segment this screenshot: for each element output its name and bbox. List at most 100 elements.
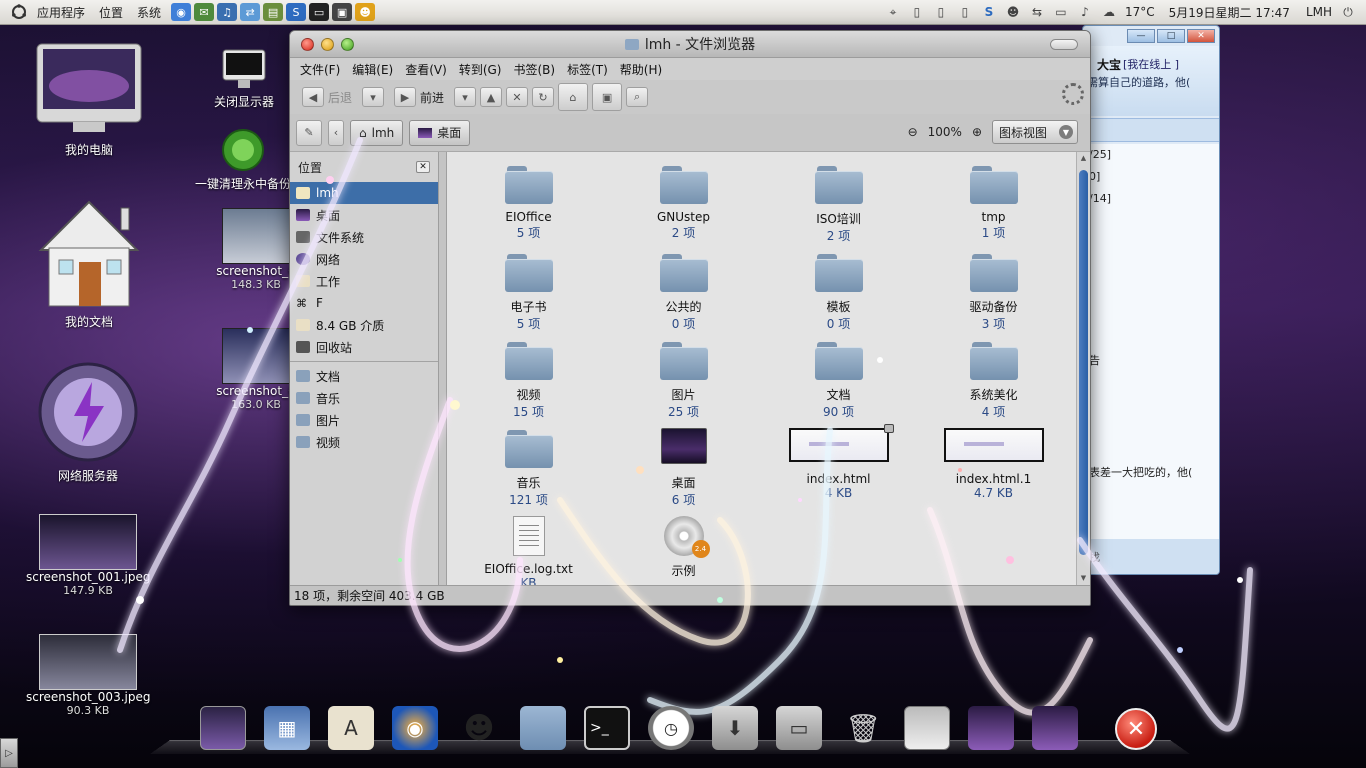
sidebar-item-work[interactable]: 工作 <box>290 270 438 292</box>
menu-file[interactable]: 文件(F) <box>294 61 346 78</box>
edit-location-icon[interactable]: ✎ <box>296 119 322 146</box>
scroll-up-icon[interactable]: ▲ <box>1079 154 1088 164</box>
sidebar-item-trash[interactable]: 回收站 <box>290 336 438 358</box>
terminal-launcher-icon[interactable]: ▭ <box>309 3 330 21</box>
task-icon-3[interactable]: ▯ <box>957 4 973 20</box>
task-icon-1[interactable]: ▯ <box>909 4 925 20</box>
file-item-folder[interactable]: tmp 1 项 <box>916 164 1071 252</box>
user-menu[interactable]: LMH <box>1306 5 1332 19</box>
dock-terminal-icon[interactable]: >_ <box>584 706 630 750</box>
battery-tray-icon[interactable]: ▭ <box>1053 4 1069 20</box>
s-launcher-icon[interactable]: S <box>286 3 307 21</box>
dock-firefox-icon[interactable]: ◉ <box>392 706 438 750</box>
menu-applications[interactable]: 应用程序 <box>30 4 92 21</box>
file-item-html[interactable]: index.html 4 KB <box>761 424 916 516</box>
sidebar-splitter[interactable] <box>439 152 447 586</box>
volume-tray-icon[interactable]: ♪ <box>1077 4 1093 20</box>
zoom-level[interactable]: 100% <box>928 125 962 139</box>
menu-edit[interactable]: 编辑(E) <box>346 61 399 78</box>
sidebar-item-f[interactable]: ⌘ F <box>290 292 438 314</box>
menu-system[interactable]: 系统 <box>130 4 168 21</box>
vertical-scrollbar[interactable]: ▲ ▼ <box>1076 152 1090 586</box>
file-item-folder[interactable]: EIOffice 5 项 <box>451 164 606 252</box>
mail-launcher-icon[interactable]: ✉ <box>194 3 215 21</box>
chat-minimize-button[interactable]: — <box>1127 29 1155 43</box>
file-item-html[interactable]: index.html.1 4.7 KB <box>916 428 1071 516</box>
computer-button-icon[interactable]: ▣ <box>592 83 623 111</box>
forward-history-dropdown[interactable]: ▾ <box>454 87 477 107</box>
sidebar-item-desktop[interactable]: 桌面 <box>290 204 438 226</box>
chat-contact-list[interactable]: /25] 0] /14] 告 表差一大把吃的，他( <box>1083 144 1219 539</box>
clock[interactable]: 5月19日星期二 17:47 <box>1169 4 1290 21</box>
scroll-down-icon[interactable]: ▼ <box>1079 574 1088 584</box>
chat-footer[interactable]: 找 <box>1083 539 1219 574</box>
dock-window-thumb-icon[interactable] <box>904 706 950 750</box>
back-button[interactable]: ◀ 后退 <box>296 87 358 107</box>
file-item-folder[interactable]: GNUstep 2 项 <box>606 164 761 252</box>
dock-tray-icon[interactable]: ▭ <box>776 706 822 750</box>
menu-places[interactable]: 位置 <box>92 4 130 21</box>
chat-close-button[interactable]: ✕ <box>1187 29 1215 43</box>
desktop-icon-network-server[interactable]: 网络服务器 <box>30 360 146 484</box>
desktop-icon-monitor-off[interactable]: 关闭显示器 <box>196 48 292 110</box>
forward-button[interactable]: ▶ 前进 <box>388 87 450 107</box>
menu-view[interactable]: 查看(V) <box>399 61 453 78</box>
file-item-folder[interactable]: 图片 25 项 <box>606 340 761 428</box>
zoom-in-icon[interactable]: ⊕ <box>972 125 982 139</box>
home-button-icon[interactable]: ⌂ <box>558 83 589 111</box>
dock-toggle-arrow-icon[interactable]: ▷ <box>0 738 18 768</box>
sidebar-item-home[interactable]: lmh <box>290 182 438 204</box>
file-item-folder[interactable]: 驱动备份 3 项 <box>916 252 1071 340</box>
view-mode-select[interactable]: 图标视图 ▼ <box>992 120 1078 144</box>
file-icon-view[interactable]: EIOffice 5 项 GNUstep 2 项 ISO培训 2 项 tmp 1 项 电… <box>447 152 1090 586</box>
file-item-folder[interactable]: 音乐 121 项 <box>451 428 606 516</box>
s-tray-icon[interactable]: S <box>981 4 997 20</box>
list-item[interactable]: /25] <box>1083 144 1219 166</box>
file-browser-window[interactable]: lmh - 文件浏览器 文件(F) 编辑(E) 查看(V) 转到(G) 书签(B… <box>289 30 1091 606</box>
sidebar-item-music[interactable]: 音乐 <box>290 387 438 409</box>
qq-launcher-icon[interactable]: ☻ <box>355 3 376 21</box>
book-launcher-icon[interactable]: ▤ <box>263 3 284 21</box>
file-item-folder[interactable]: 模板 0 项 <box>761 252 916 340</box>
sidebar-item-filesystem[interactable]: 文件系统 <box>290 226 438 248</box>
reload-button-icon[interactable]: ↻ <box>532 87 555 107</box>
file-item-folder[interactable]: 视频 15 项 <box>451 340 606 428</box>
sidebar-item-network[interactable]: 网络 <box>290 248 438 270</box>
file-item-desktop[interactable]: 桌面 6 项 <box>606 428 761 516</box>
file-item-folder[interactable]: ISO培训 2 项 <box>761 164 916 252</box>
scrollbar-thumb[interactable] <box>1079 170 1088 555</box>
window-titlebar[interactable]: lmh - 文件浏览器 <box>290 31 1090 58</box>
desktop-icon-screenshot-001[interactable]: screenshot_001.jpeg 147.9 KB <box>26 514 150 597</box>
dock-finder-icon[interactable]: ▦ <box>264 706 310 750</box>
monitor-launcher-icon[interactable]: ▣ <box>332 3 353 21</box>
desktop-icon-computer[interactable]: 我的电脑 <box>34 42 144 158</box>
menu-help[interactable]: 帮助(H) <box>614 61 668 78</box>
weather-temp[interactable]: 17°C <box>1125 5 1155 19</box>
crumb-left-arrow-icon[interactable]: ‹ <box>328 119 344 146</box>
dock-text-editor-icon[interactable]: A <box>328 706 374 750</box>
window-maximize-button[interactable] <box>341 37 354 51</box>
dock-desktop-icon[interactable] <box>200 706 246 750</box>
desktop-icon-screenshot-003[interactable]: screenshot_003.jpeg 90.3 KB <box>26 634 150 717</box>
sidebar-item-pictures[interactable]: 图片 <box>290 409 438 431</box>
power-icon[interactable]: ⏻ <box>1340 4 1356 20</box>
window-minimize-button[interactable] <box>321 37 334 51</box>
crosshair-icon[interactable]: ⌖ <box>885 4 901 20</box>
sidebar-close-icon[interactable]: ✕ <box>416 161 430 173</box>
dock-folder-icon[interactable] <box>520 706 566 750</box>
dock-close-icon[interactable]: ✕ <box>1115 708 1157 750</box>
dock-downloads-icon[interactable]: ⬇ <box>712 706 758 750</box>
desktop-icon-cleanup[interactable]: 一键清理永中备份 <box>188 128 298 192</box>
dock-trash-icon[interactable]: 🗑 <box>840 706 886 750</box>
sidebar-item-documents[interactable]: 文档 <box>290 365 438 387</box>
file-item-folder[interactable]: 电子书 5 项 <box>451 252 606 340</box>
dock-clock-icon[interactable]: ◷ <box>648 706 694 750</box>
menu-tabs[interactable]: 标签(T) <box>561 61 614 78</box>
sidebar-item-videos[interactable]: 视频 <box>290 431 438 453</box>
qq-tray-icon[interactable]: ☻ <box>1005 4 1021 20</box>
file-item-folder[interactable]: 公共的 0 项 <box>606 252 761 340</box>
chat-window[interactable]: — □ ✕ 大宝 [我在线上 ] 需算自己的道路，他( /25] 0] /14]… <box>1082 25 1220 575</box>
search-button-icon[interactable]: ⌕ <box>626 87 649 107</box>
music-launcher-icon[interactable]: ♫ <box>217 3 238 21</box>
chat-maximize-button[interactable]: □ <box>1157 29 1185 43</box>
